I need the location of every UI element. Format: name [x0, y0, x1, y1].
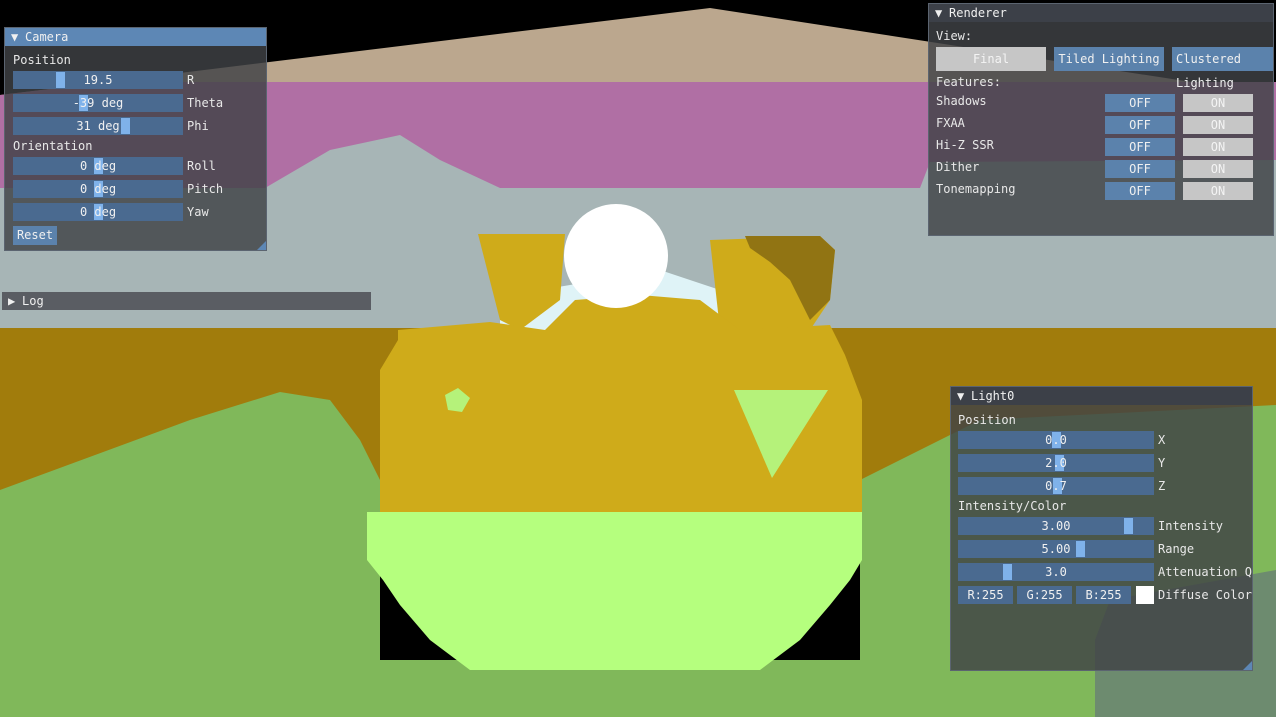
light0-attenuation-label: Attenuation Q [1158, 565, 1252, 579]
view-tiled-lighting-button[interactable]: Tiled Lighting [1054, 47, 1164, 71]
light-sphere [564, 204, 668, 308]
renderer-title-bar[interactable]: ▼ Renderer [929, 4, 1273, 22]
collapse-arrow-icon[interactable]: ▼ [957, 387, 971, 405]
camera-phi-label: Phi [187, 119, 209, 133]
hiz-ssr-off-button[interactable]: OFF [1105, 138, 1175, 156]
camera-r-value: 19.5 [83, 73, 113, 87]
feature-shadows-label: Shadows [936, 94, 987, 108]
camera-r-label: R [187, 73, 195, 87]
fxaa-off-button[interactable]: OFF [1105, 116, 1175, 134]
dither-on-button[interactable]: ON [1183, 160, 1253, 178]
camera-reset-button[interactable]: Reset [13, 226, 57, 245]
light0-y-slider[interactable]: 2.0 [958, 454, 1154, 472]
camera-roll-value: 0 deg [79, 159, 117, 173]
light0-z-value: 0.7 [1045, 479, 1067, 493]
resize-grip-icon[interactable] [1243, 661, 1252, 670]
diffuse-g-input[interactable]: G:255 [1017, 586, 1072, 604]
camera-theta-value: -39 deg [72, 96, 124, 110]
log-title-bar[interactable]: ▶ Log [2, 292, 371, 310]
light0-y-label: Y [1158, 456, 1166, 470]
light0-y-value: 2.0 [1045, 456, 1067, 470]
light0-x-slider[interactable]: 0.0 [958, 431, 1154, 449]
feature-hiz-ssr-label: Hi-Z SSR [936, 138, 994, 152]
camera-orientation-label: Orientation [13, 139, 93, 153]
collapse-arrow-icon[interactable]: ▼ [935, 4, 949, 22]
light0-z-slider[interactable]: 0.7 [958, 477, 1154, 495]
hiz-ssr-on-button[interactable]: ON [1183, 138, 1253, 156]
renderer-features-label: Features: [936, 75, 1002, 89]
camera-title: Camera [25, 30, 69, 44]
camera-pitch-value: 0 deg [79, 182, 117, 196]
camera-pitch-label: Pitch [187, 182, 224, 196]
light0-intensity-slider[interactable]: 3.00 [958, 517, 1154, 535]
camera-title-bar[interactable]: ▼ Camera [5, 28, 266, 46]
light0-range-label: Range [1158, 542, 1195, 556]
shadows-on-button[interactable]: ON [1183, 94, 1253, 112]
dither-off-button[interactable]: OFF [1105, 160, 1175, 178]
light0-x-label: X [1158, 433, 1166, 447]
camera-phi-slider[interactable]: 31 deg [13, 117, 183, 135]
light0-x-value: 0.0 [1045, 433, 1067, 447]
camera-window: ▼ Camera Position 19.5 R -39 deg Theta 31… [4, 27, 267, 251]
camera-roll-slider[interactable]: 0 deg [13, 157, 183, 175]
light0-intensity-label: Intensity [1158, 519, 1224, 533]
diffuse-r-input[interactable]: R:255 [958, 586, 1013, 604]
light0-range-value: 5.00 [1041, 542, 1071, 556]
light0-intensity-color-label: Intensity/Color [958, 499, 1067, 513]
renderer-view-label: View: [936, 29, 973, 43]
diffuse-b-input[interactable]: B:255 [1076, 586, 1131, 604]
renderer-window: ▼ Renderer View: Final Tiled Lighting Clu… [928, 3, 1274, 236]
resize-grip-icon[interactable] [257, 241, 266, 250]
light0-intensity-value: 3.00 [1041, 519, 1071, 533]
light0-position-label: Position [958, 413, 1016, 427]
camera-roll-label: Roll [187, 159, 216, 173]
fxaa-on-button[interactable]: ON [1183, 116, 1253, 134]
camera-theta-label: Theta [187, 96, 224, 110]
light0-attenuation-value: 3.0 [1045, 565, 1067, 579]
camera-r-slider[interactable]: 19.5 [13, 71, 183, 89]
renderer-title: Renderer [949, 6, 1007, 20]
feature-dither-label: Dither [936, 160, 980, 174]
light0-diffuse-label: Diffuse Color [1158, 588, 1252, 602]
tonemapping-off-button[interactable]: OFF [1105, 182, 1175, 200]
light0-title: Light0 [971, 389, 1015, 403]
diffuse-color-swatch[interactable] [1136, 586, 1154, 604]
feature-tonemapping-label: Tonemapping [936, 182, 1016, 196]
camera-position-label: Position [13, 53, 71, 67]
shadows-off-button[interactable]: OFF [1105, 94, 1175, 112]
camera-yaw-value: 0 deg [79, 205, 117, 219]
camera-theta-slider[interactable]: -39 deg [13, 94, 183, 112]
light0-z-label: Z [1158, 479, 1166, 493]
light0-title-bar[interactable]: ▼ Light0 [951, 387, 1252, 405]
camera-yaw-label: Yaw [187, 205, 209, 219]
expand-arrow-icon[interactable]: ▶ [8, 292, 22, 310]
collapse-arrow-icon[interactable]: ▼ [11, 28, 25, 46]
log-title: Log [22, 294, 44, 308]
feature-fxaa-label: FXAA [936, 116, 965, 130]
tonemapping-on-button[interactable]: ON [1183, 182, 1253, 200]
view-final-button[interactable]: Final [936, 47, 1046, 71]
light0-range-slider[interactable]: 5.00 [958, 540, 1154, 558]
view-clustered-lighting-button[interactable]: Clustered Lighting [1172, 47, 1273, 90]
camera-yaw-slider[interactable]: 0 deg [13, 203, 183, 221]
crate-base-green [367, 512, 862, 670]
light0-window: ▼ Light0 Position 0.0 X 2.0 Y 0.7 Z Inten… [950, 386, 1253, 671]
log-window: ▶ Log [2, 292, 371, 310]
camera-phi-value: 31 deg [76, 119, 120, 133]
camera-pitch-slider[interactable]: 0 deg [13, 180, 183, 198]
light0-attenuation-slider[interactable]: 3.0 [958, 563, 1154, 581]
